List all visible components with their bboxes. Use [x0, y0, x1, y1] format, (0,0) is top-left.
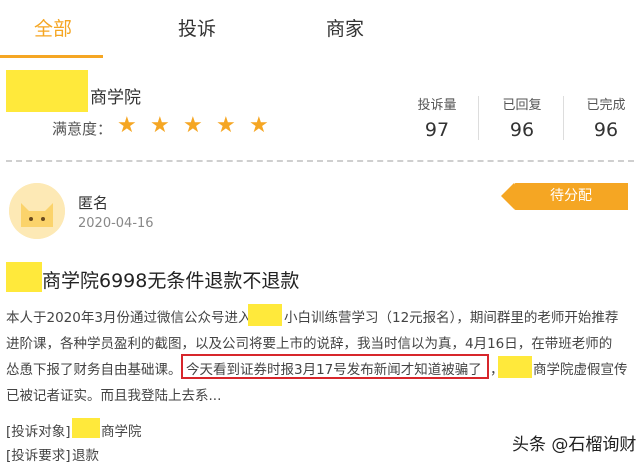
redacted-merchant-prefix [6, 70, 88, 112]
body-text: 怂恿下报了财务自由基础课。 [6, 362, 182, 378]
rating-label: 满意度： [52, 120, 113, 138]
merchant-name[interactable]: 商学院 [90, 83, 141, 108]
stat-replied: 已回复 96 [482, 94, 562, 141]
divider [478, 96, 479, 140]
author-name: 匿名 [78, 194, 109, 212]
redacted-title-prefix [6, 262, 42, 292]
star-icon: ★ [117, 113, 137, 138]
watermark: 头条 @石榴询财 [512, 435, 637, 455]
redacted-text [72, 418, 100, 438]
tab-bar: 全部 投诉 商家 [0, 0, 640, 60]
body-text: 已被记者证实。而且我登陆上去系... [6, 388, 222, 404]
divider [563, 96, 564, 140]
complaint-request-value: 退款 [72, 448, 99, 463]
stat-label: 已完成 [586, 98, 626, 113]
stat-label: 已回复 [502, 98, 542, 113]
highlight-box [181, 354, 489, 379]
complaint-request-label: [投诉要求] [6, 448, 71, 463]
body-text: 商学院虚假宣传 [533, 362, 628, 378]
stat-complaints: 投诉量 97 [397, 94, 477, 141]
star-icon: ★ [183, 113, 203, 138]
status-badge: 待分配 [501, 183, 628, 210]
star-icon: ★ [216, 113, 236, 138]
complaint-target-value[interactable]: 商学院 [101, 420, 142, 440]
post-date: 2020-04-16 [78, 216, 154, 231]
stat-value: 96 [593, 119, 619, 141]
complaint-target-label: [投诉对象] [6, 424, 71, 440]
stat-completed: 已完成 96 [566, 94, 640, 141]
body-text: 小白训练营学习（12元报名），期间群里的老师开始推荐 [284, 310, 619, 326]
star-icon: ★ [150, 113, 170, 138]
stat-value: 96 [509, 119, 535, 141]
dashed-divider [6, 160, 634, 162]
body-text: 本人于2020年3月份通过微信公众号进入 [6, 310, 252, 326]
tab-merchant[interactable]: 商家 [326, 14, 364, 41]
stat-label: 投诉量 [417, 98, 457, 113]
active-tab-indicator [0, 55, 103, 58]
avatar [9, 183, 65, 239]
stat-value: 97 [424, 119, 450, 141]
body-text: 进阶课，各种学员盈利的截图，以及公司将要上市的说辞，我当时信以为真，4月16日，… [6, 336, 613, 352]
tab-complaint[interactable]: 投诉 [178, 14, 216, 41]
post-title[interactable]: 商学院6998无条件退款不退款 [42, 266, 299, 293]
redacted-text [498, 356, 532, 378]
cat-avatar-icon [9, 183, 65, 239]
star-icon: ★ [249, 113, 269, 138]
tab-all[interactable]: 全部 [34, 14, 72, 41]
redacted-text [248, 304, 282, 326]
